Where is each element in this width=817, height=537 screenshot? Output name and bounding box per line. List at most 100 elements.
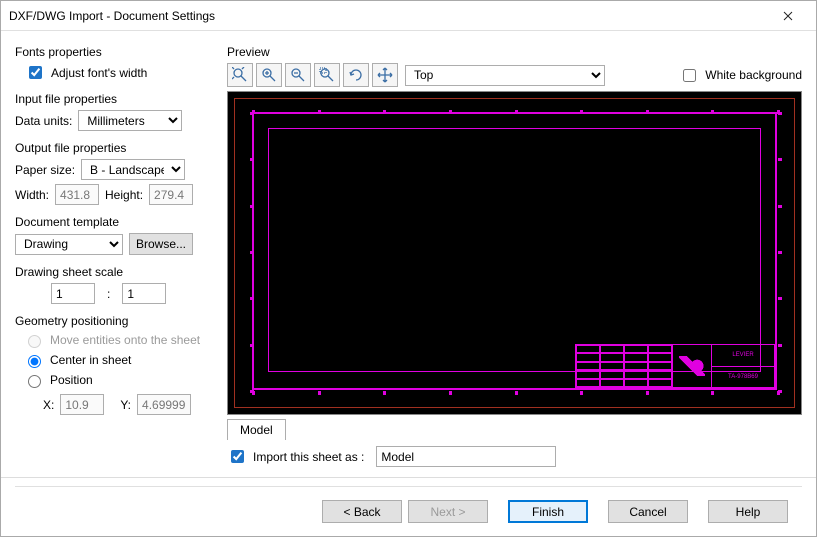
- window-title: DXF/DWG Import - Document Settings: [9, 9, 215, 23]
- back-button[interactable]: < Back: [322, 500, 402, 523]
- position-xy-row: X: Y:: [43, 394, 215, 415]
- position-x-label: X:: [43, 398, 54, 412]
- zoom-out-button[interactable]: [285, 63, 311, 87]
- white-background-checkbox[interactable]: [683, 69, 696, 82]
- paper-size-label: Paper size:: [15, 163, 75, 177]
- adjust-font-width-checkbox[interactable]: [29, 66, 42, 79]
- tick-mark: [250, 158, 254, 161]
- tick-mark: [778, 251, 782, 254]
- tick-mark: [515, 391, 518, 395]
- drawing-margin-frame: [268, 128, 761, 372]
- zoom-window-button[interactable]: [314, 63, 340, 87]
- zoom-fit-button[interactable]: [227, 63, 253, 87]
- import-sheet-checkbox-row[interactable]: Import this sheet as :: [227, 447, 364, 466]
- center-label: Center in sheet: [50, 353, 131, 367]
- scale-denominator[interactable]: [122, 283, 166, 304]
- tick-mark: [318, 110, 321, 114]
- zoom-window-icon: [319, 67, 335, 83]
- finish-button[interactable]: Finish: [508, 500, 588, 523]
- geometry-group-title: Geometry positioning: [15, 314, 215, 328]
- center-radio[interactable]: [28, 355, 41, 368]
- input-file-group: Input file properties Data units: Millim…: [15, 92, 215, 131]
- scale-row: :: [51, 283, 215, 304]
- tab-model[interactable]: Model: [227, 419, 286, 440]
- tick-mark: [250, 251, 254, 254]
- center-radio-row[interactable]: Center in sheet: [23, 352, 215, 368]
- drawing-titleblock: LEVIER TA-978B69: [575, 344, 775, 388]
- scale-numerator[interactable]: [51, 283, 95, 304]
- move-entities-radio-row: Move entities onto the sheet: [23, 332, 215, 348]
- import-sheet-checkbox[interactable]: [231, 450, 244, 463]
- tick-mark: [778, 158, 782, 161]
- wizard-button-bar: < Back Next > Finish Cancel Help: [15, 486, 802, 536]
- scale-group: Drawing sheet scale :: [15, 265, 215, 304]
- zoom-in-button[interactable]: [256, 63, 282, 87]
- tick-mark: [250, 344, 254, 347]
- rotate-icon: [348, 67, 364, 83]
- white-background-row[interactable]: White background: [679, 66, 802, 85]
- dialog-window: DXF/DWG Import - Document Settings Fonts…: [0, 0, 817, 537]
- tick-mark: [580, 110, 583, 114]
- browse-button[interactable]: Browse...: [129, 233, 193, 255]
- tick-mark: [778, 297, 782, 300]
- close-icon: [783, 11, 793, 21]
- next-button: Next >: [408, 500, 488, 523]
- tick-mark: [250, 112, 254, 115]
- position-radio-row[interactable]: Position: [23, 372, 215, 388]
- preview-canvas[interactable]: LEVIER TA-978B69: [227, 91, 802, 415]
- white-background-label: White background: [705, 68, 802, 82]
- tick-mark: [778, 390, 782, 393]
- pan-button[interactable]: [372, 63, 398, 87]
- import-sheet-name-field[interactable]: [376, 446, 556, 467]
- position-radio[interactable]: [28, 375, 41, 388]
- tick-mark: [580, 391, 583, 395]
- fonts-group: Fonts properties Adjust font's width: [15, 45, 215, 82]
- template-group-title: Document template: [15, 215, 215, 229]
- pan-icon: [377, 67, 393, 83]
- template-select[interactable]: Drawing: [15, 234, 123, 255]
- tick-mark: [318, 391, 321, 395]
- scale-separator: :: [101, 287, 116, 301]
- data-units-row: Data units: Millimeters: [15, 110, 215, 131]
- preview-label: Preview: [227, 45, 802, 59]
- close-button[interactable]: [768, 2, 808, 30]
- paper-size-select[interactable]: B - Landscape: [81, 159, 185, 180]
- adjust-font-width-label: Adjust font's width: [51, 66, 147, 80]
- paper-size-row: Paper size: B - Landscape: [15, 159, 215, 180]
- content-area: Fonts properties Adjust font's width Inp…: [1, 31, 816, 467]
- data-units-label: Data units:: [15, 114, 72, 128]
- output-file-group: Output file properties Paper size: B - L…: [15, 141, 215, 205]
- geometry-radiogroup: Move entities onto the sheet Center in s…: [23, 332, 215, 388]
- rotate-button[interactable]: [343, 63, 369, 87]
- import-sheet-row: Import this sheet as :: [227, 446, 802, 467]
- position-x-field: [60, 394, 104, 415]
- left-panel: Fonts properties Adjust font's width Inp…: [15, 45, 215, 467]
- titlebar: DXF/DWG Import - Document Settings: [1, 1, 816, 31]
- cancel-button[interactable]: Cancel: [608, 500, 688, 523]
- position-y-field: [137, 394, 191, 415]
- titleblock-name: LEVIER: [712, 345, 774, 367]
- tick-mark: [646, 110, 649, 114]
- tick-mark: [250, 297, 254, 300]
- tick-mark: [711, 391, 714, 395]
- geometry-group: Geometry positioning Move entities onto …: [15, 314, 215, 415]
- view-select[interactable]: Top: [405, 65, 605, 86]
- zoom-fit-icon: [232, 67, 248, 83]
- move-entities-label: Move entities onto the sheet: [50, 333, 200, 347]
- height-field: [149, 184, 193, 205]
- move-entities-radio: [28, 335, 41, 348]
- help-button[interactable]: Help: [708, 500, 788, 523]
- adjust-font-width-row[interactable]: Adjust font's width: [25, 63, 215, 82]
- width-label: Width:: [15, 188, 49, 202]
- right-panel: Preview: [227, 45, 802, 467]
- data-units-select[interactable]: Millimeters: [78, 110, 182, 131]
- paper-dims-row: Width: Height:: [15, 184, 215, 205]
- height-label: Height:: [105, 188, 143, 202]
- input-file-group-title: Input file properties: [15, 92, 215, 106]
- template-row: Drawing Browse...: [15, 233, 215, 255]
- tick-mark: [778, 205, 782, 208]
- tick-mark: [449, 391, 452, 395]
- tick-mark: [449, 110, 452, 114]
- sheet-tabstrip: Model: [227, 419, 802, 440]
- separator: [1, 477, 816, 478]
